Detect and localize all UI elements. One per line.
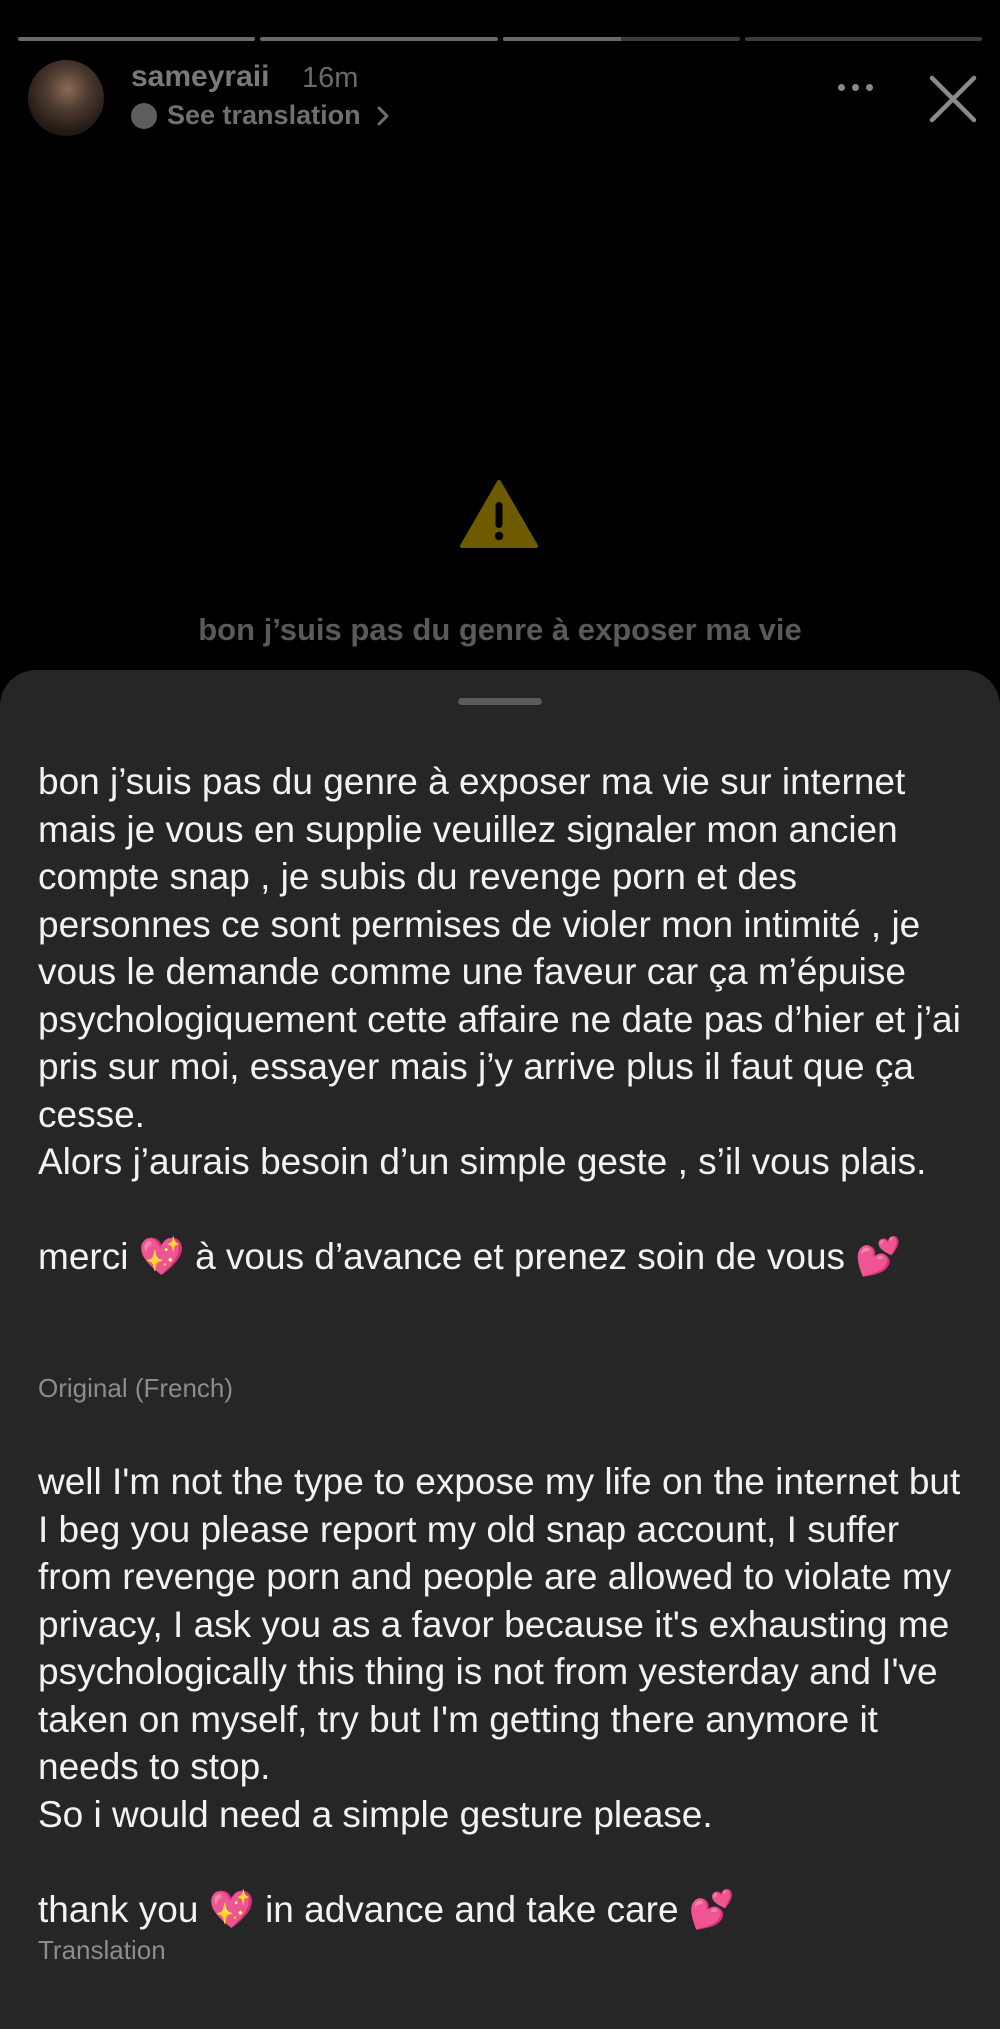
avatar[interactable]	[28, 60, 104, 136]
progress-segment	[502, 37, 740, 41]
close-icon[interactable]	[928, 74, 978, 124]
progress-fill	[18, 37, 256, 41]
chevron-right-icon	[377, 106, 389, 125]
progress-fill	[502, 37, 622, 41]
globe-icon	[131, 102, 157, 129]
more-dot	[838, 84, 845, 91]
original-language-label: Original (French)	[38, 1373, 234, 1403]
progress-segment	[744, 37, 982, 41]
story-progress-bar	[18, 37, 982, 43]
translation-label: Translation	[38, 1935, 166, 1965]
progress-fill	[260, 37, 498, 41]
progress-segment	[260, 37, 498, 41]
more-dot	[866, 84, 873, 91]
warning-icon	[460, 480, 538, 548]
see-translation-label: See translation	[167, 100, 361, 130]
post-time: 16m	[302, 62, 359, 94]
username[interactable]: sameyraii	[131, 60, 269, 94]
translated-text: well I'm not the type to expose my life …	[38, 1461, 961, 1930]
more-dot	[852, 84, 859, 91]
see-translation-link[interactable]: See translation	[131, 100, 395, 131]
story-caption-preview: bon j’suis pas du genre à exposer ma vie	[198, 612, 802, 647]
more-icon[interactable]	[838, 84, 873, 91]
original-text: bon j’suis pas du genre à exposer ma vie…	[38, 761, 961, 1277]
translation-sheet: bon j’suis pas du genre à exposer ma vie…	[0, 670, 1000, 2029]
sheet-drag-handle[interactable]	[458, 698, 542, 705]
progress-segment	[18, 37, 256, 41]
